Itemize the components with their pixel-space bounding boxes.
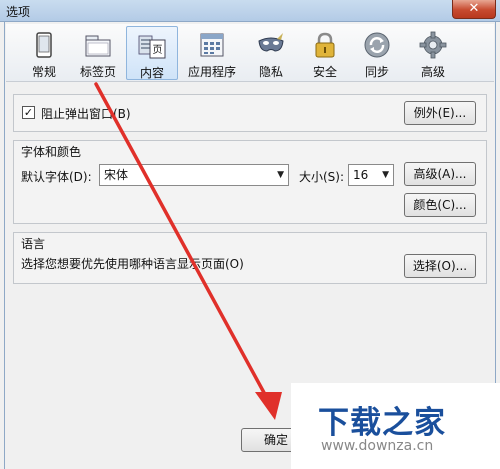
block-popups-label: 阻止弹出窗口(B)	[41, 107, 131, 121]
tab-label: 常规	[31, 65, 56, 79]
tab-label: 内容	[139, 66, 164, 80]
tab-tabs[interactable]: 标签页	[72, 26, 124, 80]
privacy-mask-icon	[258, 33, 284, 52]
advanced-fonts-button[interactable]: 高级(A)...	[404, 162, 476, 186]
watermark-overlay: 下载之家 www.downza.cn	[291, 383, 500, 469]
tab-general[interactable]: 常规	[21, 26, 67, 80]
colors-button[interactable]: 颜色(C)...	[404, 193, 476, 217]
security-lock-icon	[315, 32, 335, 58]
content-icon: 页	[138, 35, 166, 59]
choose-language-button[interactable]: 选择(O)...	[404, 254, 476, 278]
tab-applications[interactable]: 应用程序	[181, 26, 243, 80]
fonts-colors-panel: 字体和颜色 默认字体(D): 宋体 ▼ 大小(S): 16 ▼ 高级(A)...…	[13, 140, 487, 224]
tab-label: 标签页	[79, 65, 116, 79]
close-icon: ✕	[468, 1, 480, 16]
content-icon-glyph: 页	[153, 44, 163, 56]
general-icon	[36, 32, 52, 58]
default-font-value: 宋体	[104, 168, 129, 182]
language-panel: 语言 选择您想要优先使用哪种语言显示页面(O) 选择(O)...	[13, 232, 487, 284]
checkmark-icon: ✓	[23, 106, 34, 119]
watermark-url: www.downza.cn	[321, 438, 434, 454]
advanced-gear-icon	[419, 31, 447, 59]
language-heading: 语言	[21, 237, 46, 251]
applications-icon	[200, 33, 224, 57]
default-font-select[interactable]: 宋体 ▼	[99, 164, 289, 186]
tab-security[interactable]: 安全	[304, 26, 346, 80]
tabs-icon	[85, 35, 111, 57]
size-label: 大小(S):	[299, 170, 345, 184]
close-button[interactable]: ✕	[452, 0, 496, 19]
popups-panel: ✓ 阻止弹出窗口(B) 例外(E)...	[13, 94, 487, 132]
font-size-select[interactable]: 16 ▼	[348, 164, 394, 186]
sync-icon	[364, 32, 390, 58]
options-toolbar: 常规 标签页 页 内容 应用程序 隐私 安全 同步 高级	[6, 24, 494, 82]
tab-label: 同步	[364, 65, 389, 79]
fonts-colors-heading: 字体和颜色	[21, 145, 82, 159]
chevron-down-icon: ▼	[277, 170, 284, 180]
chevron-down-icon: ▼	[382, 170, 389, 180]
block-popups-checkbox[interactable]: ✓	[22, 106, 35, 119]
window-title: 选项	[6, 5, 31, 19]
font-size-value: 16	[353, 168, 369, 182]
tab-privacy[interactable]: 隐私	[249, 26, 293, 80]
default-font-label: 默认字体(D):	[21, 170, 92, 184]
title-bar: 选项 ✕	[0, 0, 500, 22]
language-description: 选择您想要优先使用哪种语言显示页面(O)	[21, 257, 244, 271]
tab-content[interactable]: 页 内容	[126, 26, 178, 80]
watermark-logo: 下载之家	[318, 405, 446, 441]
tab-sync[interactable]: 同步	[356, 26, 398, 80]
tab-label: 隐私	[258, 65, 283, 79]
exceptions-button[interactable]: 例外(E)...	[404, 101, 476, 125]
tab-label: 应用程序	[187, 65, 236, 79]
tab-label: 安全	[312, 65, 337, 79]
tab-label: 高级	[420, 65, 445, 79]
tab-advanced[interactable]: 高级	[411, 26, 455, 80]
